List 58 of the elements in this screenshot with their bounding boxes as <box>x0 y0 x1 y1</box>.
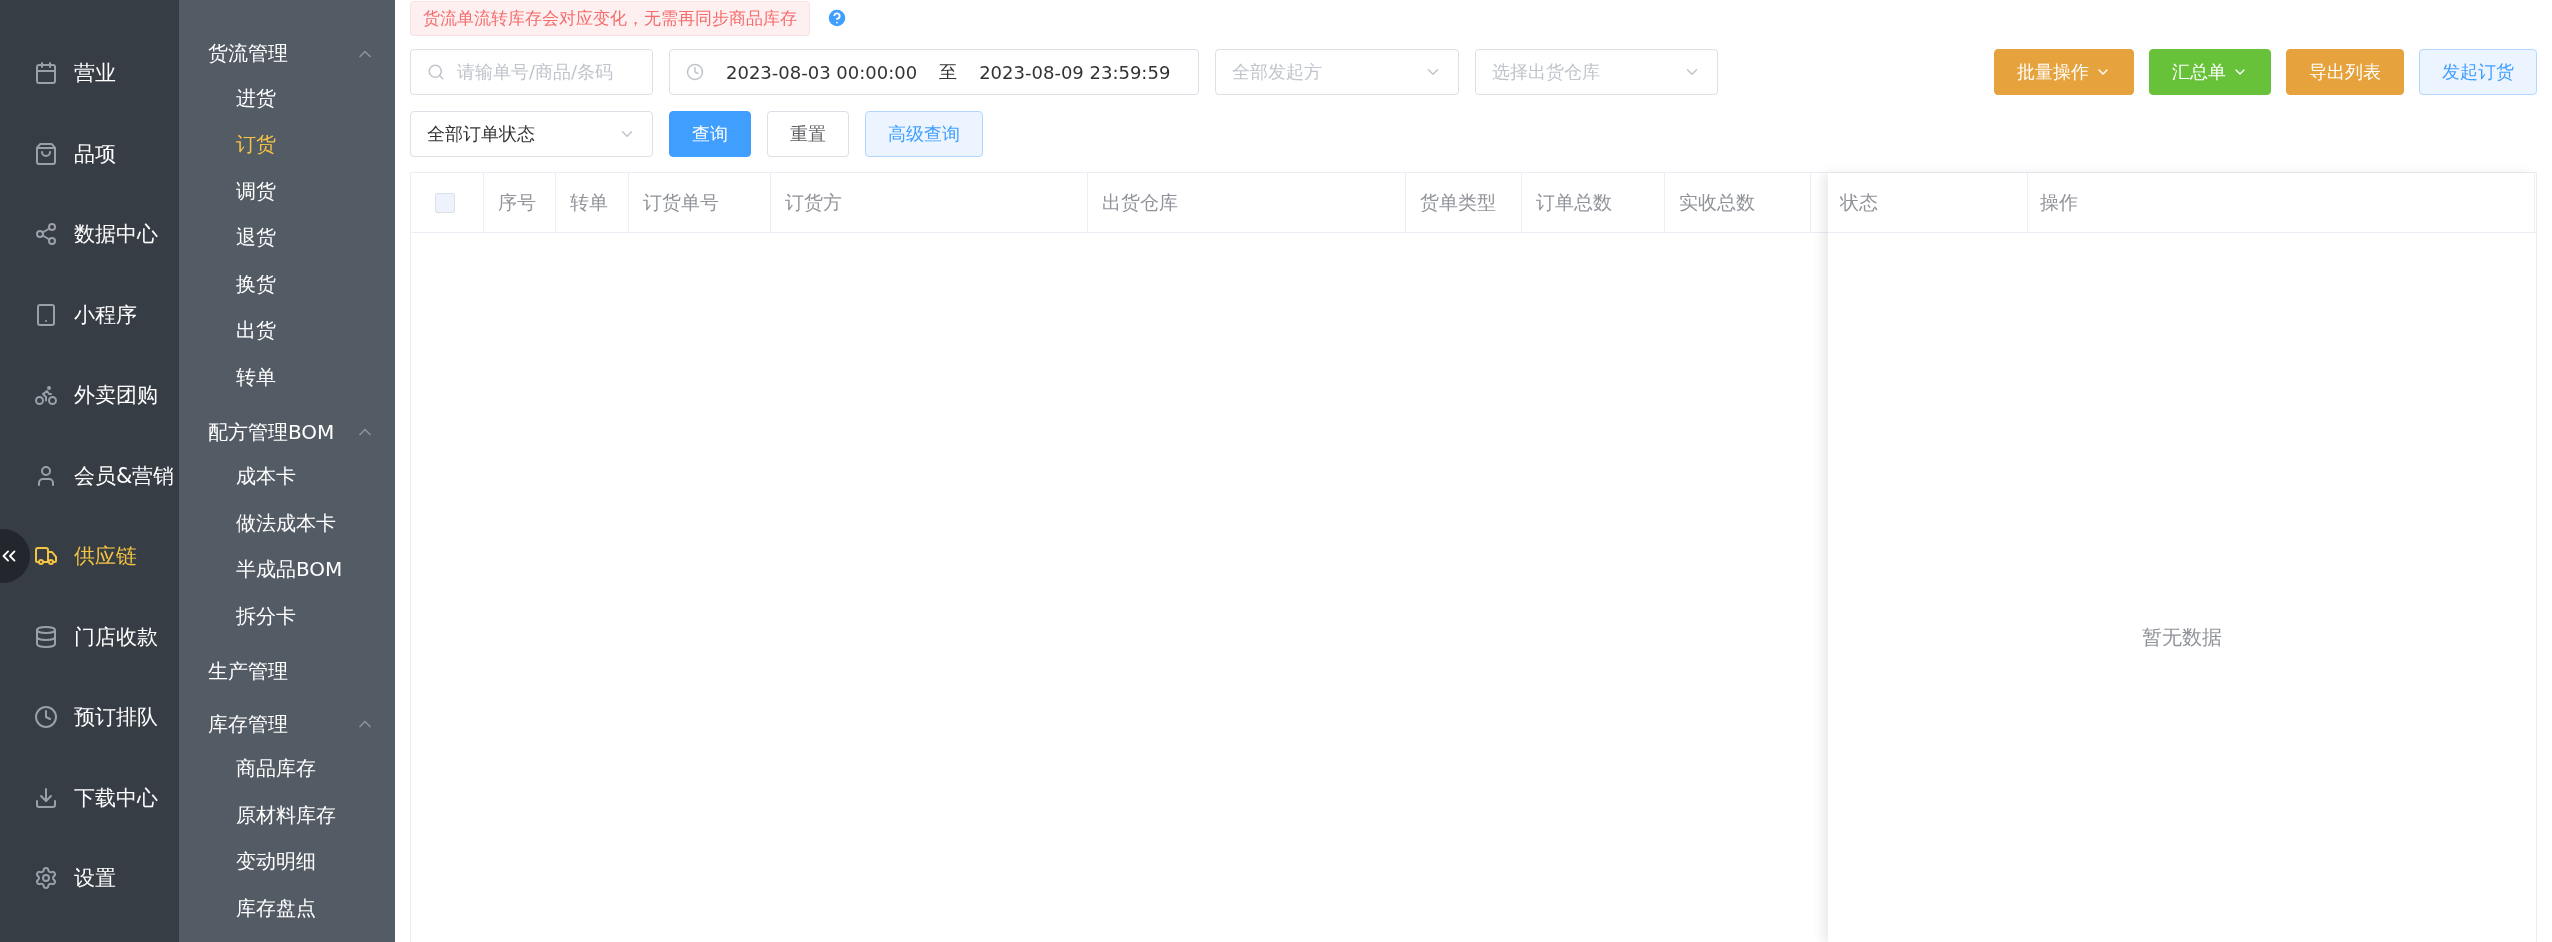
submenu-group[interactable]: 配方管理BOM <box>179 410 395 454</box>
column-header: 订货方 <box>771 173 1088 232</box>
date-range-field[interactable]: 2023-08-03 00:00:00 至 2023-08-09 23:59:59 <box>669 49 1199 95</box>
submenu-group[interactable]: 生产管理 <box>179 649 395 693</box>
submenu-item[interactable]: 半成品BOM <box>179 546 395 593</box>
submenu-item[interactable]: 做法成本卡 <box>179 500 395 547</box>
clock-icon <box>686 63 704 81</box>
database-icon <box>34 624 58 649</box>
nav-item[interactable]: 外卖团购 <box>34 355 179 436</box>
submenu-item[interactable]: 原材料库存 <box>179 792 395 839</box>
submenu-item[interactable]: 出货 <box>179 307 395 354</box>
calendar-icon <box>34 61 58 86</box>
submenu-item[interactable]: 库存盘点 <box>179 885 395 932</box>
nav-item[interactable]: 下载中心 <box>34 757 179 838</box>
column-header: 状态 <box>1828 173 2028 232</box>
nav-item[interactable]: 小程序 <box>34 274 179 355</box>
settings-icon <box>34 866 58 891</box>
clock-icon <box>34 705 58 730</box>
checkbox[interactable] <box>435 192 455 213</box>
help-icon[interactable] <box>826 7 848 29</box>
query-button[interactable]: 重置 <box>767 111 849 157</box>
download-icon <box>34 785 58 810</box>
submenu-item[interactable]: 商品库存 <box>179 745 395 792</box>
nav-item[interactable]: 预订排队 <box>34 677 179 758</box>
search-icon <box>427 63 445 81</box>
nav-item[interactable]: 门店收款 <box>34 596 179 677</box>
column-header: 出货仓库 <box>1088 173 1406 232</box>
share-icon <box>34 222 58 247</box>
nav-item[interactable]: 品项 <box>34 113 179 194</box>
submenu-item[interactable]: 调货 <box>179 168 395 215</box>
column-header: 货单类型 <box>1406 173 1522 232</box>
column-header: 转单 <box>556 173 629 232</box>
submenu-item[interactable]: 订货 <box>179 121 395 168</box>
submenu-item[interactable]: 转单 <box>179 354 395 401</box>
nav-item[interactable]: 设置 <box>34 838 179 919</box>
column-header: 订货单号 <box>629 173 771 232</box>
submenu-item[interactable]: 换货 <box>179 261 395 308</box>
notice-banner: 货流单流转库存会对应变化，无需再同步商品库存 <box>410 0 810 36</box>
submenu-item[interactable]: 成本卡 <box>179 453 395 500</box>
submenu-item[interactable]: 变动明细 <box>179 838 395 885</box>
nav-item[interactable]: 数据中心 <box>34 194 179 275</box>
nav-item[interactable]: 会员&营销 <box>34 435 179 516</box>
nav-item[interactable]: 供应链 <box>34 516 179 597</box>
column-header: 实收总数 <box>1665 173 1811 232</box>
tablet-icon <box>34 302 58 327</box>
submenu-item[interactable]: 拆分卡 <box>179 593 395 640</box>
submenu-item[interactable]: 退货 <box>179 214 395 261</box>
empty-text: 暂无数据 <box>2142 624 2222 651</box>
nav-item[interactable]: 营业 <box>34 33 179 114</box>
submenu-item[interactable]: 进货 <box>179 75 395 122</box>
column-header: 订单总数 <box>1522 173 1665 232</box>
column-header: 序号 <box>484 173 556 232</box>
submenu-group[interactable]: 货流管理 <box>179 32 395 75</box>
submenu-group[interactable]: 库存管理 <box>179 702 395 746</box>
bike-icon <box>34 383 58 408</box>
column-header: 操作 <box>2028 173 2535 232</box>
bag-icon <box>34 141 58 166</box>
select-field[interactable]: 全部订单状态 <box>410 111 653 157</box>
